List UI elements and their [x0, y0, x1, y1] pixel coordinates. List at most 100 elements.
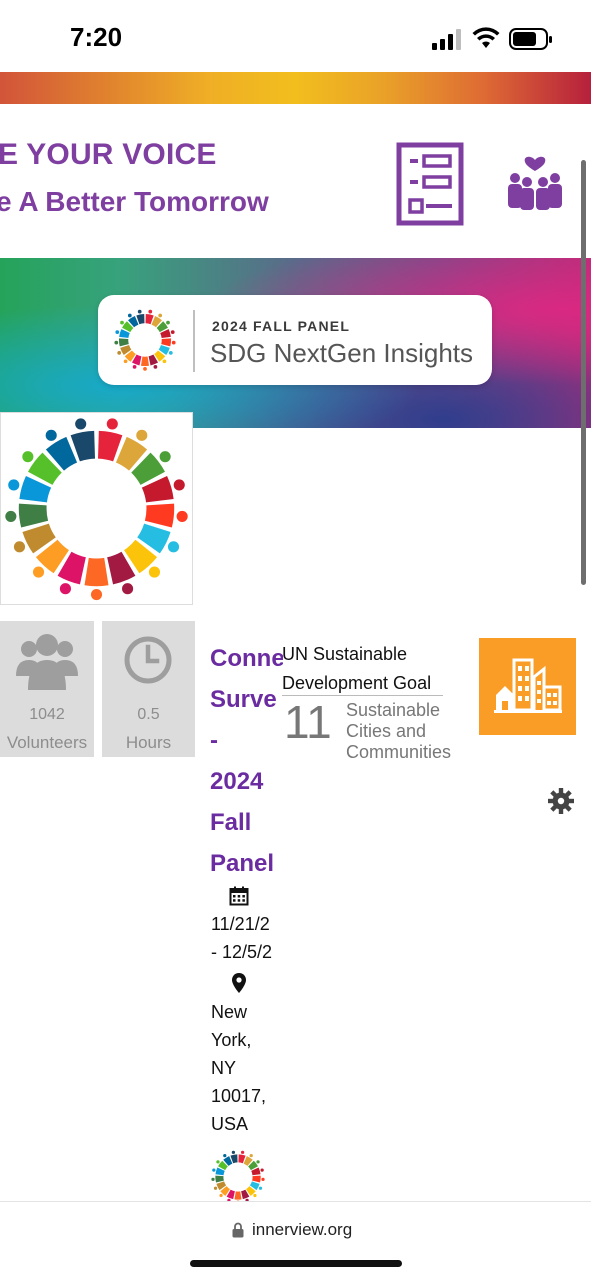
sdg-goal-header: UN Sustainable Development Goal	[282, 644, 432, 693]
sdg-wheel-figure-head	[148, 309, 153, 314]
browser-address-bar[interactable]	[0, 1201, 591, 1281]
sdg-wheel-figure-head	[32, 566, 45, 578]
sdg-wheel-segment	[252, 1175, 261, 1183]
sdg-wheel-figure-head	[258, 1186, 263, 1190]
sdg-wheel-segment	[234, 1191, 242, 1200]
sdg-goal-name: Sustainable Cities and Communities	[346, 700, 452, 762]
sdg-wheel-segment	[18, 503, 49, 528]
sdg-wheel-figure-head	[256, 1160, 260, 1164]
sdg-wheel-figure-head	[216, 1160, 220, 1164]
address-line: NY	[211, 1058, 237, 1078]
event-title-line: Surve	[210, 686, 277, 713]
scrollbar[interactable]	[581, 160, 586, 585]
sdg-wheel-figure-head	[114, 340, 119, 345]
address-line: New	[211, 1002, 248, 1022]
sdg-wheel-figure-head	[253, 1193, 257, 1198]
wifi-icon	[472, 27, 500, 48]
sdg-wheel-figure-head	[22, 451, 34, 463]
sdg-wheel-figure-head	[261, 1177, 265, 1181]
sdg-wheel-figure-head	[13, 541, 26, 553]
sdg-wheel-figure-head	[158, 313, 163, 318]
sdg-wheel-figure-head	[213, 1186, 218, 1190]
event-date-line: - 12/5/2	[211, 942, 273, 962]
battery-icon	[509, 28, 552, 50]
people-group-icon	[16, 634, 78, 690]
sdg-wheel-figure-head	[219, 1193, 223, 1198]
sdg-wheel-figure-head	[153, 365, 158, 369]
event-date-line: 11/21/2	[211, 914, 270, 934]
clock-icon	[124, 636, 172, 684]
home-indicator[interactable]	[190, 1260, 402, 1267]
sdg-wheel-figure-head	[260, 1168, 264, 1172]
sdg-wheel-segment	[161, 338, 172, 347]
sdg-wheel-figure-head	[75, 418, 87, 430]
event-title-line: 2024	[210, 768, 264, 795]
sdg-wheel-figure-head	[132, 365, 137, 369]
sdg-wheel-small-icon	[211, 1150, 265, 1204]
sdg-wheel-icon	[114, 309, 176, 371]
event-title[interactable]: Conne Surve - 2024 Fall Panel	[210, 638, 283, 886]
settings-gear-icon[interactable]	[547, 787, 575, 815]
sdg-wheel-figure-head	[159, 451, 171, 463]
sdg-wheel-figure-head	[90, 588, 103, 601]
hours-label: Hours	[125, 733, 172, 752]
sdg-wheel-figure-head	[115, 330, 120, 334]
url-text[interactable]: innerview.org	[252, 1220, 352, 1240]
event-title-line: -	[210, 727, 218, 754]
sdg-wheel-logo-icon	[5, 418, 188, 601]
sdg-wheel-figure-head	[176, 510, 188, 522]
sdg-wheel-figure-head	[171, 340, 176, 345]
sdg-wheel-figure-head	[45, 429, 57, 441]
sdg-wheel-figure-head	[120, 320, 124, 325]
hours-count: 0.5	[137, 706, 160, 723]
sdg-wheel-figure-head	[240, 1150, 245, 1154]
sdg-wheel-figure-head	[59, 583, 71, 595]
sdg-wheel-figure-head	[117, 350, 122, 355]
sdg-wheel-figure-head	[122, 583, 134, 595]
sdg-wheel-figure-head	[8, 479, 20, 491]
sdg-wheel-figure-head	[5, 510, 17, 522]
event-dates: 11/21/2 - 12/5/2	[211, 910, 283, 970]
banner-subheadline: e A Better Tomorrow	[0, 186, 269, 217]
lock-icon	[232, 1222, 244, 1238]
sdg-wheel-figure-head	[106, 418, 118, 430]
sdg-wheel-figure-head	[123, 359, 128, 364]
sdg-wheel-segment	[144, 503, 175, 528]
sdg-wheel-figure-head	[249, 1154, 253, 1158]
sdg-wheel-segment	[118, 338, 129, 347]
sdg-wheel-figure-head	[212, 1168, 216, 1172]
address-line: York,	[211, 1030, 252, 1050]
sdg-wheel-figure-head	[167, 541, 180, 553]
panel-name: SDG NextGen Insights	[210, 338, 473, 368]
sdg-wheel-segment	[215, 1175, 224, 1183]
community-heart-icon	[508, 156, 562, 210]
sdg-wheel-figure-head	[211, 1177, 215, 1181]
sdg-wheel-figure-head	[137, 309, 142, 314]
sdg-wheel-figure-head	[170, 330, 175, 334]
survey-form-icon	[396, 142, 464, 226]
sdg-wheel-figure-head	[168, 350, 173, 355]
location-pin-icon	[232, 973, 246, 993]
sdg-goal-number: 11	[284, 696, 332, 748]
address-line: USA	[211, 1114, 249, 1134]
sdg-wheel-figure-head	[166, 320, 170, 325]
event-address: New York, NY 10017, USA	[211, 998, 283, 1138]
banner-headline: E YOUR VOICE	[0, 138, 217, 171]
sdg-wheel-figure-head	[223, 1154, 227, 1158]
status-time: 7:20	[70, 22, 123, 52]
sdg-wheel-figure-head	[231, 1150, 236, 1154]
event-title-line: Panel	[210, 850, 275, 877]
sdg-wheel-figure-head	[173, 479, 185, 491]
volunteers-label: Volunteers	[6, 733, 88, 752]
sdg-wheel-figure-head	[143, 366, 147, 371]
card-divider	[193, 310, 195, 372]
sdg-wheel-figure-head	[148, 566, 161, 578]
calendar-icon	[229, 886, 249, 906]
event-title-line: Fall	[210, 809, 252, 836]
city-buildings-icon	[494, 658, 562, 713]
decorative-gradient-bar	[0, 72, 591, 104]
panel-kicker: 2024 FALL PANEL	[212, 318, 351, 334]
sdg-wheel-segment	[140, 356, 150, 367]
sdg-wheel-segment	[84, 557, 109, 587]
signal-icon	[432, 29, 461, 50]
